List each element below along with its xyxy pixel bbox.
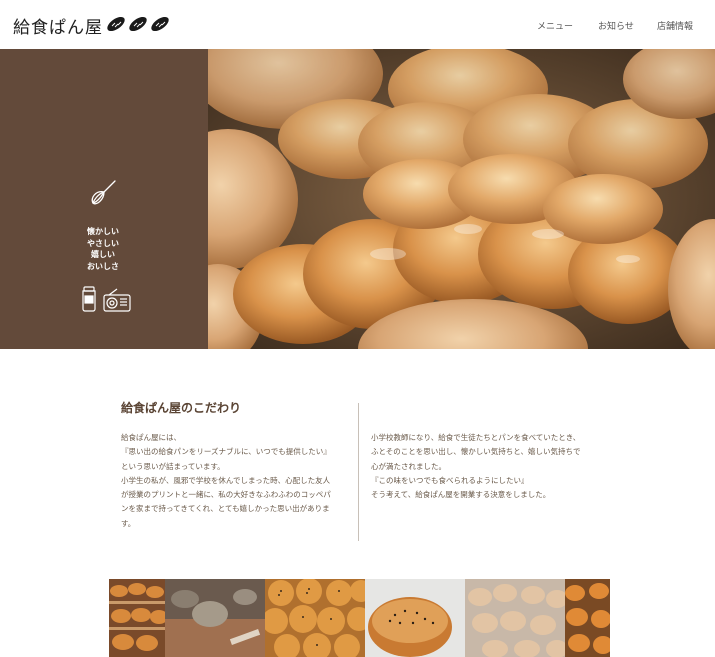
about-text-line: ふとそのことを思い出し、懐かしい気持ちと、嬉しい気持ちで [371, 447, 581, 457]
about-text-line: す。 [121, 518, 136, 528]
gallery-photo[interactable] [465, 579, 565, 657]
gallery-photo[interactable] [165, 579, 265, 657]
about-text-line: という思いが詰まっています。 [121, 461, 225, 471]
site-logo[interactable]: 給食ぱん屋 [13, 13, 103, 38]
about-text-line: 給食ぱん屋には、 [121, 433, 181, 442]
about-right-column: 小学校教師になり、給食で生徒たちとパンを食べていたとき、 ふとそのことを思い出し… [371, 431, 601, 502]
gallery-photo[interactable] [265, 579, 365, 657]
tagline-line: やさしい [87, 238, 119, 248]
about-text-line: 『思い出の給食パンをリーズナブルに、いつでも提供したい』 [121, 447, 331, 457]
milk-jar-icon [82, 286, 96, 312]
about-title: 給食ぱん屋のこだわり [121, 401, 242, 415]
whisk-icon [91, 180, 116, 205]
radio-icon [103, 288, 131, 312]
about-left-column: 給食ぱん屋には、 『思い出の給食パンをリーズナブルに、いつでも提供したい』 とい… [121, 431, 351, 531]
about-text-line: 小学生の私が、風邪で学校を休んでしまった時、心配した友人 [121, 475, 331, 485]
hero-tagline: 懐かしい やさしい 嬉しい おいしさ [70, 226, 136, 272]
about-text-line: そう考えて、給食ぱん屋を開業する決意をしました。 [371, 490, 551, 500]
nav-menu[interactable]: メニュー [537, 19, 573, 32]
site-header: 給食ぱん屋 メニュー お知らせ 店舗情報 [0, 0, 715, 49]
about-text-line: 『この味をいつでも食べられるようにしたい』 [371, 475, 529, 485]
bread-logo-icon [107, 16, 169, 32]
nav-news[interactable]: お知らせ [598, 19, 634, 32]
about-text-line: が授業のプリントと一緒に、私の大好きなふわふわのコッペパ [121, 490, 331, 500]
tagline-line: おいしさ [87, 261, 119, 271]
about-text-line: 小学校教師になり、給食で生徒たちとパンを食べていたとき、 [371, 433, 581, 442]
column-divider [358, 403, 359, 541]
hero-side-panel: 懐かしい やさしい 嬉しい おいしさ [0, 49, 208, 349]
about-text-line: ンを家まで持ってきてくれ、とても嬉しかった思い出がありま [121, 504, 330, 514]
about-text-line: 心が満たされました。 [371, 461, 446, 471]
hero-bread-photo [208, 49, 715, 349]
gallery-photo[interactable] [365, 579, 465, 657]
braided-bread-image [208, 49, 715, 349]
bread-gallery [109, 579, 610, 657]
tagline-line: 嬉しい [91, 250, 115, 259]
gallery-photo[interactable] [109, 579, 165, 657]
gallery-photo[interactable] [565, 579, 610, 657]
nav-store-info[interactable]: 店舗情報 [657, 19, 693, 32]
tagline-line: 懐かしい [87, 227, 119, 236]
